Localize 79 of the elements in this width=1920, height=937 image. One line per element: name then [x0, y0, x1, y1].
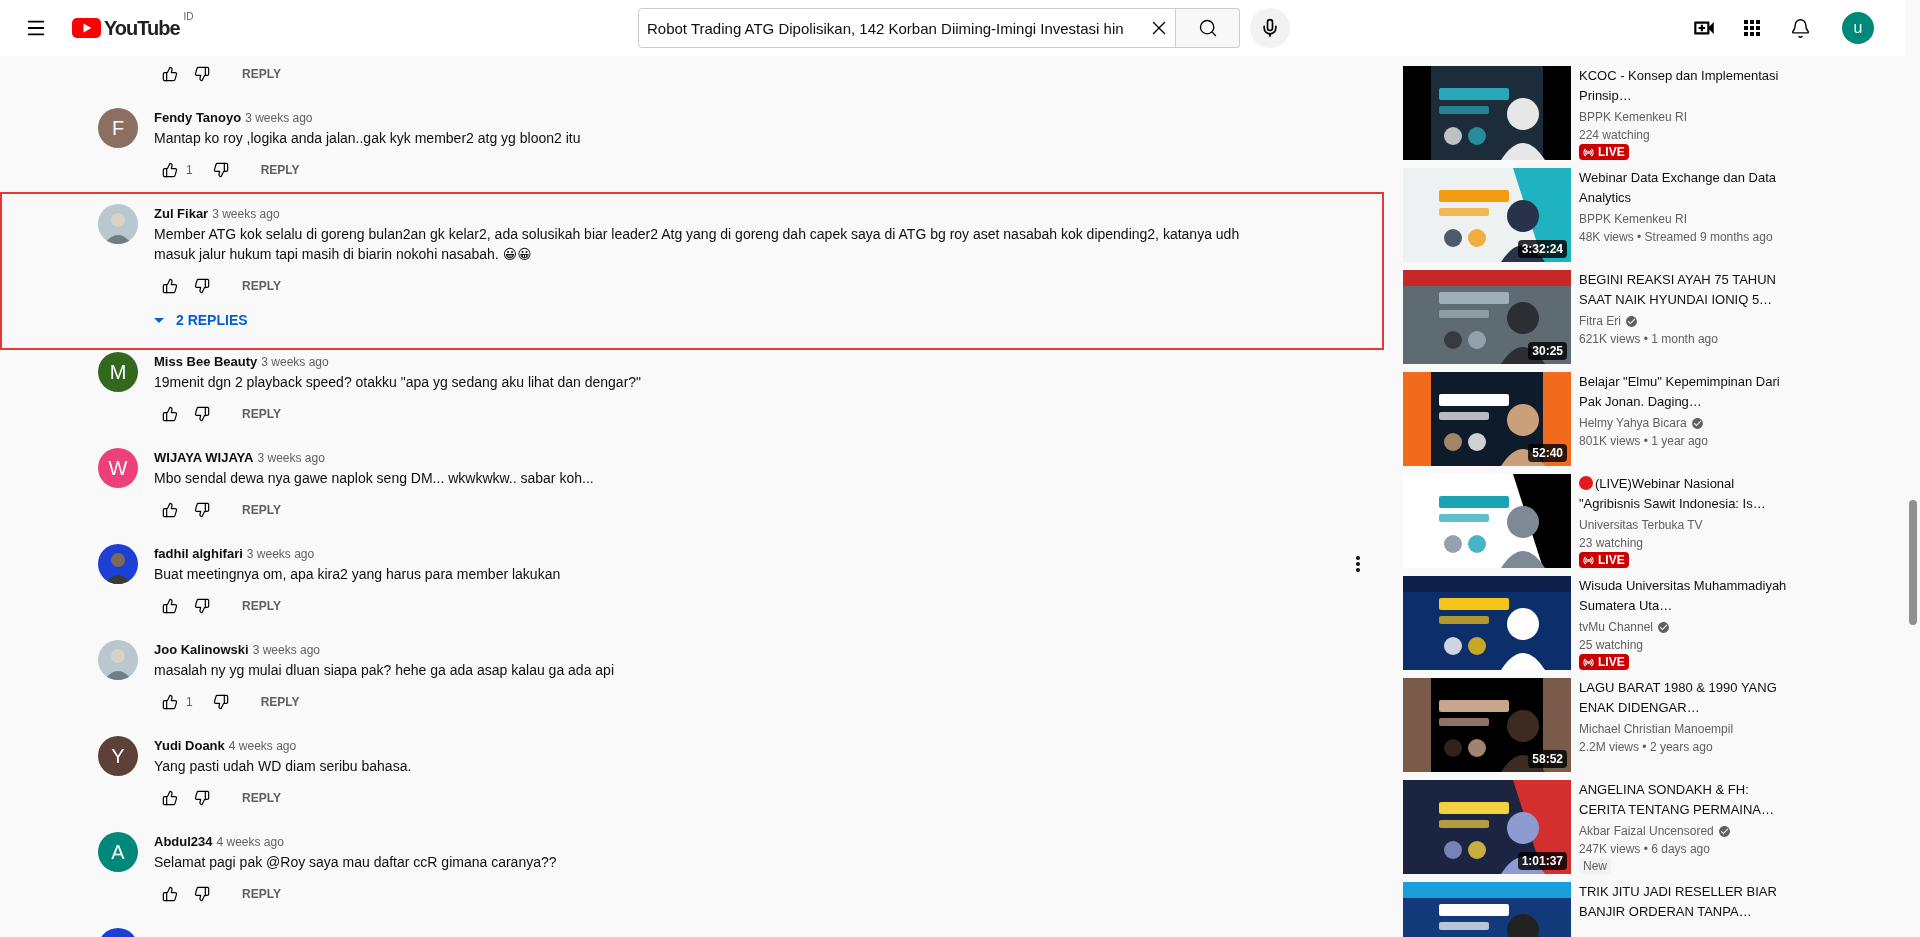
comment-author[interactable]: fadhil alghifari: [154, 544, 243, 564]
channel-name[interactable]: Michael Christian Manoempil: [1579, 720, 1734, 738]
comment-text: Mbo sendal dewa nya gawe naplok seng DM... wkwkwkw.. sabar koh...: [154, 469, 595, 488]
user-avatar[interactable]: W: [98, 448, 138, 488]
new-badge: New: [1579, 858, 1611, 874]
reply-button[interactable]: REPLY: [226, 782, 297, 814]
comment-author[interactable]: WIJAYA WIJAYA: [154, 448, 254, 468]
comment-time[interactable]: 3 weeks ago: [261, 353, 329, 371]
comment-author[interactable]: Zul Fikar: [154, 204, 209, 224]
live-badge: LIVE: [1579, 552, 1629, 568]
channel-name[interactable]: Fitra Eri: [1579, 312, 1621, 330]
channel-name[interactable]: Helmy Yahya Bicara: [1579, 414, 1687, 432]
video-title[interactable]: (LIVE)Webinar Nasional "Agribisnis Sawit Indonesia: Is…: [1579, 474, 1797, 514]
video-meta: 25 watching: [1579, 637, 1645, 654]
video-title[interactable]: BEGINI REAKSI AYAH 75 TAHUN SAAT NAIK HYUNDAI IONIQ 5…: [1579, 270, 1797, 310]
reply-button[interactable]: REPLY: [226, 878, 297, 910]
video-title[interactable]: Webinar Data Exchange dan Data Analytics: [1579, 168, 1797, 208]
channel-name[interactable]: Akbar Faizal Uncensored: [1579, 822, 1714, 840]
video-meta: 48K views • Streamed 9 months ago: [1579, 229, 1774, 246]
comment-text: masalah ny yg mulai dluan siapa pak? hehe ga ada asap kalau ga ada api: [154, 661, 615, 680]
country-code: ID: [183, 10, 194, 24]
channel-name[interactable]: tvMu Channel: [1579, 618, 1654, 636]
user-avatar[interactable]: M: [98, 352, 138, 392]
video-title[interactable]: LAGU BARAT 1980 & 1990 YANG ENAK DIDENGAR…: [1579, 678, 1797, 718]
comment-time[interactable]: 3 weeks ago: [212, 205, 280, 223]
comment-author[interactable]: Miss Bee Beauty: [154, 352, 258, 372]
like-count: 1: [186, 162, 193, 179]
comment-author[interactable]: Joo Kalinowski: [154, 640, 249, 660]
user-avatar[interactable]: F: [98, 108, 138, 148]
comment-author[interactable]: Fendy Tanoyo: [154, 108, 242, 128]
reply-button[interactable]: REPLY: [226, 398, 297, 430]
duration-badge: 3:32:24: [1517, 240, 1567, 258]
video-meta: 801K views • 1 year ago: [1579, 433, 1709, 450]
comment-text: Yang pasti udah WD diam seribu bahasa.: [154, 757, 413, 776]
comment-author[interactable]: Abdul234: [154, 832, 213, 852]
comment-text: Mantap ko roy ,logika anda jalan..gak kyk member2 atg yg bloon2 itu: [154, 129, 582, 148]
reply-button[interactable]: REPLY: [244, 154, 316, 186]
comment-time[interactable]: 3 weeks ago: [257, 449, 325, 467]
reply-button[interactable]: REPLY: [226, 494, 297, 526]
video-title[interactable]: TRIK JITU JADI RESELLER BIAR BANJIR ORDERAN TANPA…: [1579, 882, 1797, 922]
channel-name[interactable]: BPPK Kemenkeu RI: [1579, 108, 1688, 126]
reply-button[interactable]: REPLY: [244, 686, 316, 718]
video-title[interactable]: KCOC - Konsep dan Implementasi Prinsip…: [1579, 66, 1797, 106]
comment-text: 19menit dgn 2 playback speed? otakku "apa yg sedang aku lihat dan dengar?": [154, 373, 643, 392]
comment-text: Buat meetingnya om, apa kira2 yang harus para member lakukan: [154, 565, 562, 584]
channel-name[interactable]: Universitas Terbuka TV: [1579, 516, 1703, 534]
comment-author[interactable]: Yudi Doank: [154, 736, 225, 756]
comment-time[interactable]: 3 weeks ago: [252, 641, 321, 659]
search-field[interactable]: Robot Trading ATG Dipolisikan, 142 Korban Diiming-Imingi Investasi hin: [638, 8, 1176, 48]
account-avatar[interactable]: u: [1842, 12, 1874, 44]
user-avatar[interactable]: Y: [98, 736, 138, 776]
comment-text: Member ATG kok selalu di goreng bulan2an gk kelar2, ada solusikah biar leader2 Atg yang di goreng dah capek saya di ATG bg roy aset nasabah kok dipending2, katanya udh masuk jalur hukum tapi masih di biarin nokohi nasabah. 😀😀: [154, 225, 1241, 264]
comment-time[interactable]: 3 weeks ago: [245, 109, 313, 127]
video-meta: 2.2M views • 2 years ago: [1579, 739, 1714, 756]
video-meta: 621K views • 1 month ago: [1579, 331, 1719, 348]
comment-time[interactable]: 3 weeks ago: [246, 545, 315, 563]
duration-badge: 1:01:37: [1517, 852, 1567, 870]
video-meta: 224 watching: [1579, 127, 1651, 144]
reply-button[interactable]: REPLY: [226, 270, 297, 302]
replies-toggle[interactable]: 2 REPLIES: [146, 304, 248, 336]
duration-badge: 30:25: [1528, 342, 1567, 360]
live-badge: LIVE: [1579, 144, 1629, 160]
video-title[interactable]: Belajar "Elmu" Kepemimpinan Dari Pak Jonan. Daging…: [1579, 372, 1797, 412]
video-meta: 23 watching: [1579, 535, 1645, 552]
logo-text: YouTube: [104, 16, 180, 41]
reply-button[interactable]: REPLY: [226, 58, 297, 90]
comment-time[interactable]: 4 weeks ago: [228, 737, 297, 755]
like-count: 1: [186, 694, 193, 711]
channel-name[interactable]: BPPK Kemenkeu RI: [1579, 210, 1688, 228]
duration-badge: 58:52: [1528, 750, 1567, 768]
video-title[interactable]: Wisuda Universitas Muhammadiyah Sumatera Uta…: [1579, 576, 1797, 616]
video-meta: 247K views • 6 days ago: [1579, 841, 1711, 858]
duration-badge: 52:40: [1528, 444, 1567, 462]
live-badge: LIVE: [1579, 654, 1629, 670]
reply-button[interactable]: REPLY: [226, 590, 297, 622]
comment-time[interactable]: 4 weeks ago: [216, 833, 284, 851]
comment-text: Selamat pagi pak @Roy saya mau daftar ccR gimana caranya??: [154, 853, 558, 872]
video-title[interactable]: ANGELINA SONDAKH & FH: CERITA TENTANG PERMAINA…: [1579, 780, 1797, 820]
user-avatar[interactable]: A: [98, 832, 138, 872]
